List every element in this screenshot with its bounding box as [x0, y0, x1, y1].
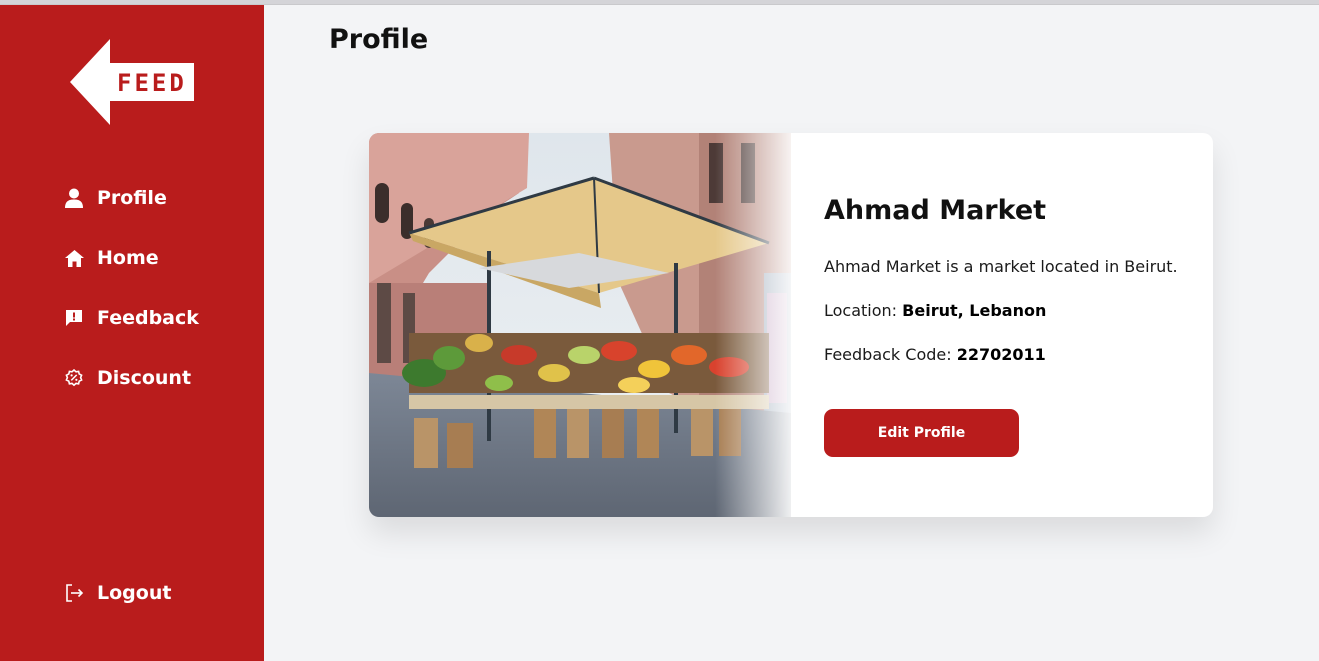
logout-button[interactable]: Logout — [64, 576, 254, 610]
location-row: Location: Beirut, Lebanon — [824, 300, 1194, 322]
market-info: Ahmad Market Ahmad Market is a market lo… — [824, 195, 1194, 388]
logout-label: Logout — [97, 582, 172, 604]
market-photo — [369, 133, 791, 517]
logout-icon — [64, 583, 84, 603]
location-label: Location: — [824, 301, 903, 320]
profile-card: Ahmad Market Ahmad Market is a market lo… — [369, 133, 1213, 517]
sidebar-item-profile[interactable]: Profile — [64, 181, 254, 215]
logo-text: FEED — [117, 69, 187, 97]
feedback-code-value: 22702011 — [956, 345, 1046, 364]
discount-icon — [64, 368, 84, 388]
home-icon — [64, 248, 84, 268]
sidebar-item-label: Discount — [97, 367, 192, 389]
sidebar-item-home[interactable]: Home — [64, 241, 254, 275]
feedback-icon — [64, 308, 84, 328]
feed-logo[interactable]: FEED — [70, 39, 194, 125]
sidebar-item-label: Home — [97, 247, 159, 269]
logout-container: Logout — [64, 576, 254, 636]
page-title: Profile — [329, 24, 429, 55]
sidebar-item-feedback[interactable]: Feedback — [64, 301, 254, 335]
market-description: Ahmad Market is a market located in Beir… — [824, 257, 1178, 276]
user-icon — [64, 188, 84, 208]
sidebar-item-discount[interactable]: Discount — [64, 361, 254, 395]
feedback-code-label: Feedback Code: — [824, 345, 957, 364]
sidebar-item-label: Feedback — [97, 307, 199, 329]
location-value: Beirut, Lebanon — [902, 301, 1047, 320]
sidebar-item-label: Profile — [97, 187, 167, 209]
sidebar: FEED Profile Home Feedback Discount Logo… — [0, 5, 264, 661]
feedback-code-row: Feedback Code: 22702011 — [824, 344, 1194, 366]
sidebar-nav: Profile Home Feedback Discount — [64, 181, 254, 421]
market-name: Ahmad Market — [824, 195, 1047, 226]
edit-profile-button[interactable]: Edit Profile — [824, 409, 1019, 457]
